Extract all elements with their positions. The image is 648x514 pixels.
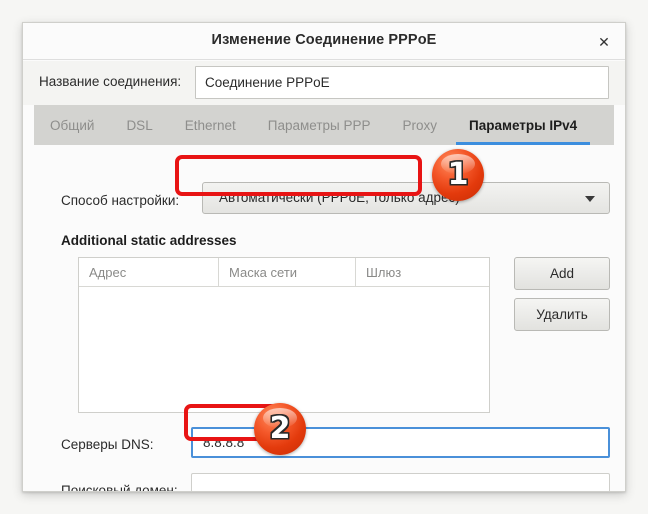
add-button[interactable]: Add — [514, 257, 610, 290]
annotation-badge-2-number: 2 — [269, 411, 291, 446]
tab-dsl[interactable]: DSL — [110, 105, 168, 145]
connection-name-label: Название соединения: — [39, 74, 182, 89]
table-body-empty — [79, 287, 489, 412]
annotation-badge-1-number: 1 — [447, 157, 469, 192]
tab-proxy[interactable]: Proxy — [386, 105, 453, 145]
close-icon[interactable]: ✕ — [594, 32, 614, 52]
column-header-gateway: Шлюз — [366, 264, 402, 280]
screenshot-canvas: Изменение Соединение PPPoE ✕ Название со… — [0, 0, 648, 514]
method-label: Способ настройки: — [61, 193, 180, 208]
connection-name-input[interactable] — [195, 66, 609, 99]
column-header-address: Адрес — [79, 258, 219, 286]
column-header-netmask: Маска сети — [219, 258, 356, 286]
title-bar: Изменение Соединение PPPoE ✕ — [23, 23, 625, 60]
method-select[interactable]: Автоматически (PPPoE, только адрес) — [202, 182, 610, 214]
annotation-badge-2: 2 — [254, 403, 306, 455]
tab-bar: Общий DSL Ethernet Параметры PPP Proxy П… — [34, 105, 614, 145]
table-header-row: Адрес Маска сети Шлюз — [79, 258, 489, 287]
annotation-badge-1: 1 — [432, 149, 484, 201]
search-domain-label: Поисковый домен: — [61, 483, 178, 492]
static-addresses-table[interactable]: Адрес Маска сети Шлюз — [78, 257, 490, 413]
pppoe-connection-dialog: Изменение Соединение PPPoE ✕ Название со… — [22, 22, 626, 492]
static-addresses-title: Additional static addresses — [61, 233, 237, 248]
ipv4-settings-panel: Способ настройки: Автоматически (PPPoE, … — [34, 145, 614, 491]
method-selected-value: Автоматически (PPPoE, только адрес) — [219, 190, 460, 205]
connection-name-row: Название соединения: — [23, 61, 625, 105]
tab-ethernet[interactable]: Ethernet — [169, 105, 252, 145]
chevron-down-icon — [585, 196, 595, 202]
window-title: Изменение Соединение PPPoE — [211, 32, 437, 48]
dns-servers-label: Серверы DNS: — [61, 437, 154, 452]
tab-obshiy[interactable]: Общий — [34, 105, 110, 145]
delete-button[interactable]: Удалить — [514, 298, 610, 331]
tab-ppp-parameters[interactable]: Параметры PPP — [252, 105, 387, 145]
tab-ipv4-parameters[interactable]: Параметры IPv4 — [453, 105, 593, 145]
search-domain-input[interactable] — [191, 473, 610, 491]
